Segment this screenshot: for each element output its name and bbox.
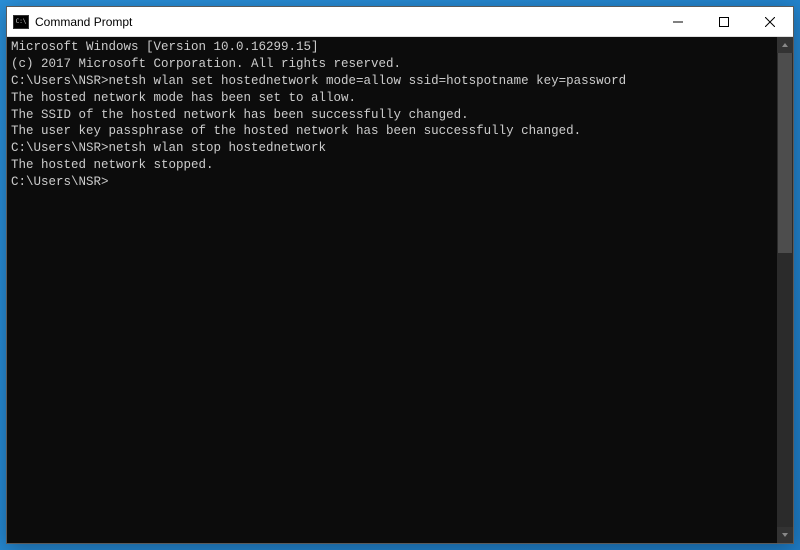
chevron-down-icon bbox=[781, 531, 789, 539]
command-prompt-window: Command Prompt Microsoft Windows [Versio… bbox=[6, 6, 794, 544]
minimize-icon bbox=[673, 17, 683, 27]
maximize-button[interactable] bbox=[701, 7, 747, 36]
scroll-up-button[interactable] bbox=[777, 37, 793, 53]
cmd-icon bbox=[13, 15, 29, 29]
scroll-down-button[interactable] bbox=[777, 527, 793, 543]
titlebar[interactable]: Command Prompt bbox=[7, 7, 793, 37]
terminal-output[interactable]: Microsoft Windows [Version 10.0.16299.15… bbox=[7, 37, 777, 543]
maximize-icon bbox=[719, 17, 729, 27]
output-line: The SSID of the hosted network has been … bbox=[11, 107, 773, 124]
command-line: C:\Users\NSR>netsh wlan set hostednetwor… bbox=[11, 73, 773, 90]
close-button[interactable] bbox=[747, 7, 793, 36]
close-icon bbox=[765, 17, 775, 27]
window-controls bbox=[655, 7, 793, 36]
output-line: The user key passphrase of the hosted ne… bbox=[11, 123, 773, 140]
prompt-line: C:\Users\NSR> bbox=[11, 174, 773, 191]
vertical-scrollbar[interactable] bbox=[777, 37, 793, 543]
terminal-area: Microsoft Windows [Version 10.0.16299.15… bbox=[7, 37, 793, 543]
output-line: (c) 2017 Microsoft Corporation. All righ… bbox=[11, 56, 773, 73]
output-line: Microsoft Windows [Version 10.0.16299.15… bbox=[11, 39, 773, 56]
output-line: The hosted network mode has been set to … bbox=[11, 90, 773, 107]
command-line: C:\Users\NSR>netsh wlan stop hostednetwo… bbox=[11, 140, 773, 157]
output-line: The hosted network stopped. bbox=[11, 157, 773, 174]
chevron-up-icon bbox=[781, 41, 789, 49]
minimize-button[interactable] bbox=[655, 7, 701, 36]
scroll-thumb[interactable] bbox=[778, 53, 792, 253]
window-title: Command Prompt bbox=[35, 15, 655, 29]
